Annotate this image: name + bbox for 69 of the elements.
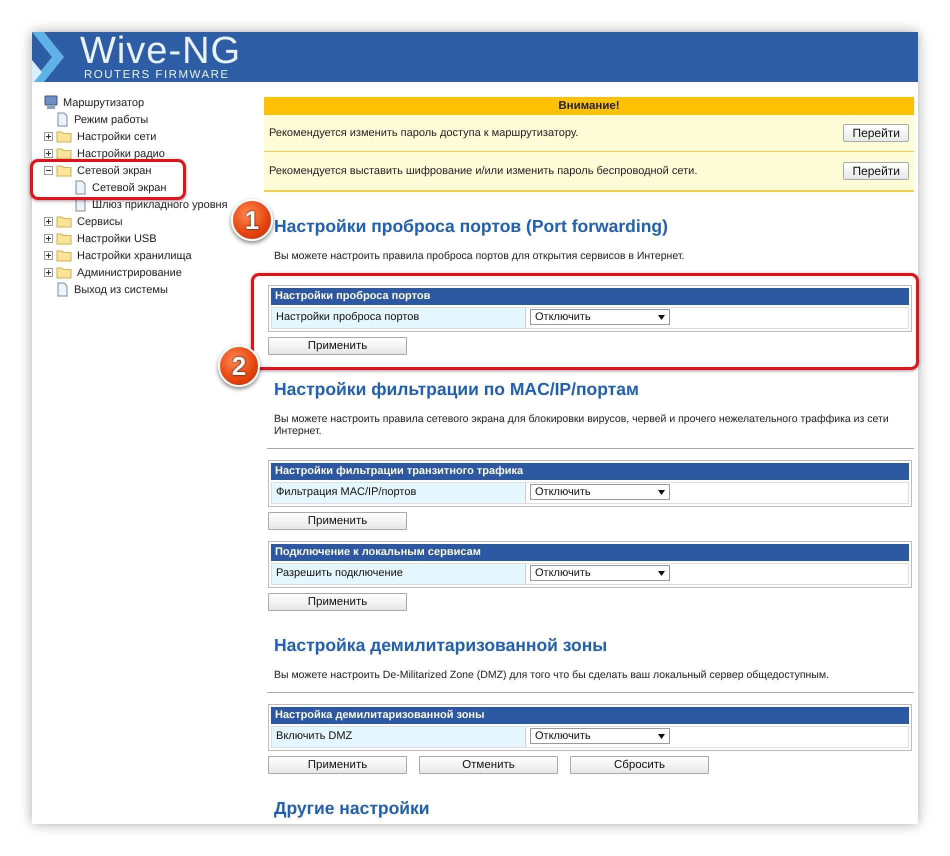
setting-label: Настройки проброса портов xyxy=(272,308,526,328)
page-icon xyxy=(74,180,87,195)
folder-icon xyxy=(56,164,72,177)
dropdown[interactable]: Отключить xyxy=(530,309,670,325)
warning-text: Рекомендуется изменить пароль доступа к маршрутизатору. xyxy=(269,127,578,139)
computer-icon xyxy=(44,95,58,110)
tree-item[interactable]: Настройки радио xyxy=(75,148,167,160)
caret-icon xyxy=(658,570,665,576)
expand-icon[interactable] xyxy=(44,268,53,277)
section-description: Вы можете настроить правила проброса портов для открытия сервисов в Интернет. xyxy=(274,250,686,262)
form-button[interactable]: Применить xyxy=(268,756,407,774)
caret-icon xyxy=(658,734,665,738)
tree-item[interactable]: Настройки хранилища xyxy=(75,250,194,262)
tree-item[interactable]: Маршрутизатор xyxy=(61,96,146,108)
dropdown[interactable]: Отключить xyxy=(530,728,670,744)
page-icon xyxy=(56,112,69,127)
warning-text: Рекомендуется выставить шифрование и/или изменить пароль беспроводной сети. xyxy=(269,165,698,177)
table-header: Настройка демилитаризованной зоны xyxy=(271,707,909,724)
caret-icon xyxy=(658,314,665,320)
form-button[interactable]: Отменить xyxy=(419,756,558,774)
step-badge: 1 xyxy=(231,199,273,241)
expand-icon[interactable] xyxy=(44,217,53,226)
caret-icon xyxy=(658,490,665,494)
tree-item[interactable]: Режим работы xyxy=(72,114,150,126)
step-badge: 2 xyxy=(218,345,260,387)
setting-label: Включить DMZ xyxy=(272,727,526,747)
form-button[interactable]: Применить xyxy=(268,593,407,611)
setting-label: Разрешить подключение xyxy=(272,564,526,584)
section-description: Вы можете настроить правила сетевого экрана для блокировки вирусов, червей и прочего нежелательного траффика из сети Интернет. xyxy=(274,413,890,437)
expand-icon[interactable] xyxy=(44,149,53,158)
expand-icon[interactable] xyxy=(44,251,53,260)
table-header: Настройки фильтрации транзитного трафика xyxy=(271,463,909,480)
tree-item[interactable]: Выход из системы xyxy=(72,284,170,296)
folder-icon xyxy=(56,232,72,245)
section-heading: Настройки фильтрации по MAC/IP/портам xyxy=(274,379,640,400)
section-heading: Другие настройки xyxy=(274,798,431,819)
go-button[interactable]: Перейти xyxy=(843,124,909,142)
folder-icon xyxy=(56,147,72,160)
folder-icon xyxy=(56,249,72,262)
go-button[interactable]: Перейти xyxy=(843,162,909,180)
expand-icon[interactable] xyxy=(44,234,53,243)
folder-icon xyxy=(56,130,72,143)
table-header: Подключение к локальным сервисам xyxy=(271,544,909,561)
logo-subtitle: ROUTERS FIRMWARE xyxy=(84,70,231,82)
tree-item[interactable]: Настройки сети xyxy=(75,130,158,142)
table-header: Настройки проброса портов xyxy=(271,288,909,305)
dropdown[interactable]: Отключить xyxy=(530,484,670,500)
tree-item[interactable]: Сетевой экран xyxy=(90,182,169,194)
section-heading: Настройка демилитаризованной зоны xyxy=(274,635,608,656)
form-button[interactable]: Сбросить xyxy=(570,756,709,774)
setting-label: Фильтрация MAC/IP/портов xyxy=(272,483,526,503)
page-icon xyxy=(56,282,69,297)
tree-item[interactable]: Шлюз прикладного уровня xyxy=(90,198,230,210)
tree-item[interactable]: Сервисы xyxy=(75,216,125,228)
tree-item[interactable]: Сетевой экран xyxy=(75,164,154,176)
tree-item[interactable]: Настройки USB xyxy=(75,232,159,244)
tree-item[interactable]: Администрирование xyxy=(75,266,184,278)
form-button[interactable]: Применить xyxy=(268,337,407,355)
expand-icon[interactable] xyxy=(44,132,53,141)
dropdown[interactable]: Отключить xyxy=(530,565,670,581)
section-description: Вы можете настроить De-Militarized Zone (DMZ) для того что бы сделать ваш локальный сервер общедоступным. xyxy=(274,669,830,681)
folder-icon xyxy=(56,266,72,279)
logo-chevron-icon xyxy=(32,32,66,82)
section-heading: Настройки проброса портов (Port forwarding) xyxy=(274,216,669,237)
folder-icon xyxy=(56,215,72,228)
warning-title: Внимание! xyxy=(264,97,914,115)
form-button[interactable]: Применить xyxy=(268,512,407,530)
collapse-icon[interactable] xyxy=(44,166,53,175)
logo-title: Wive-NG xyxy=(80,32,242,70)
